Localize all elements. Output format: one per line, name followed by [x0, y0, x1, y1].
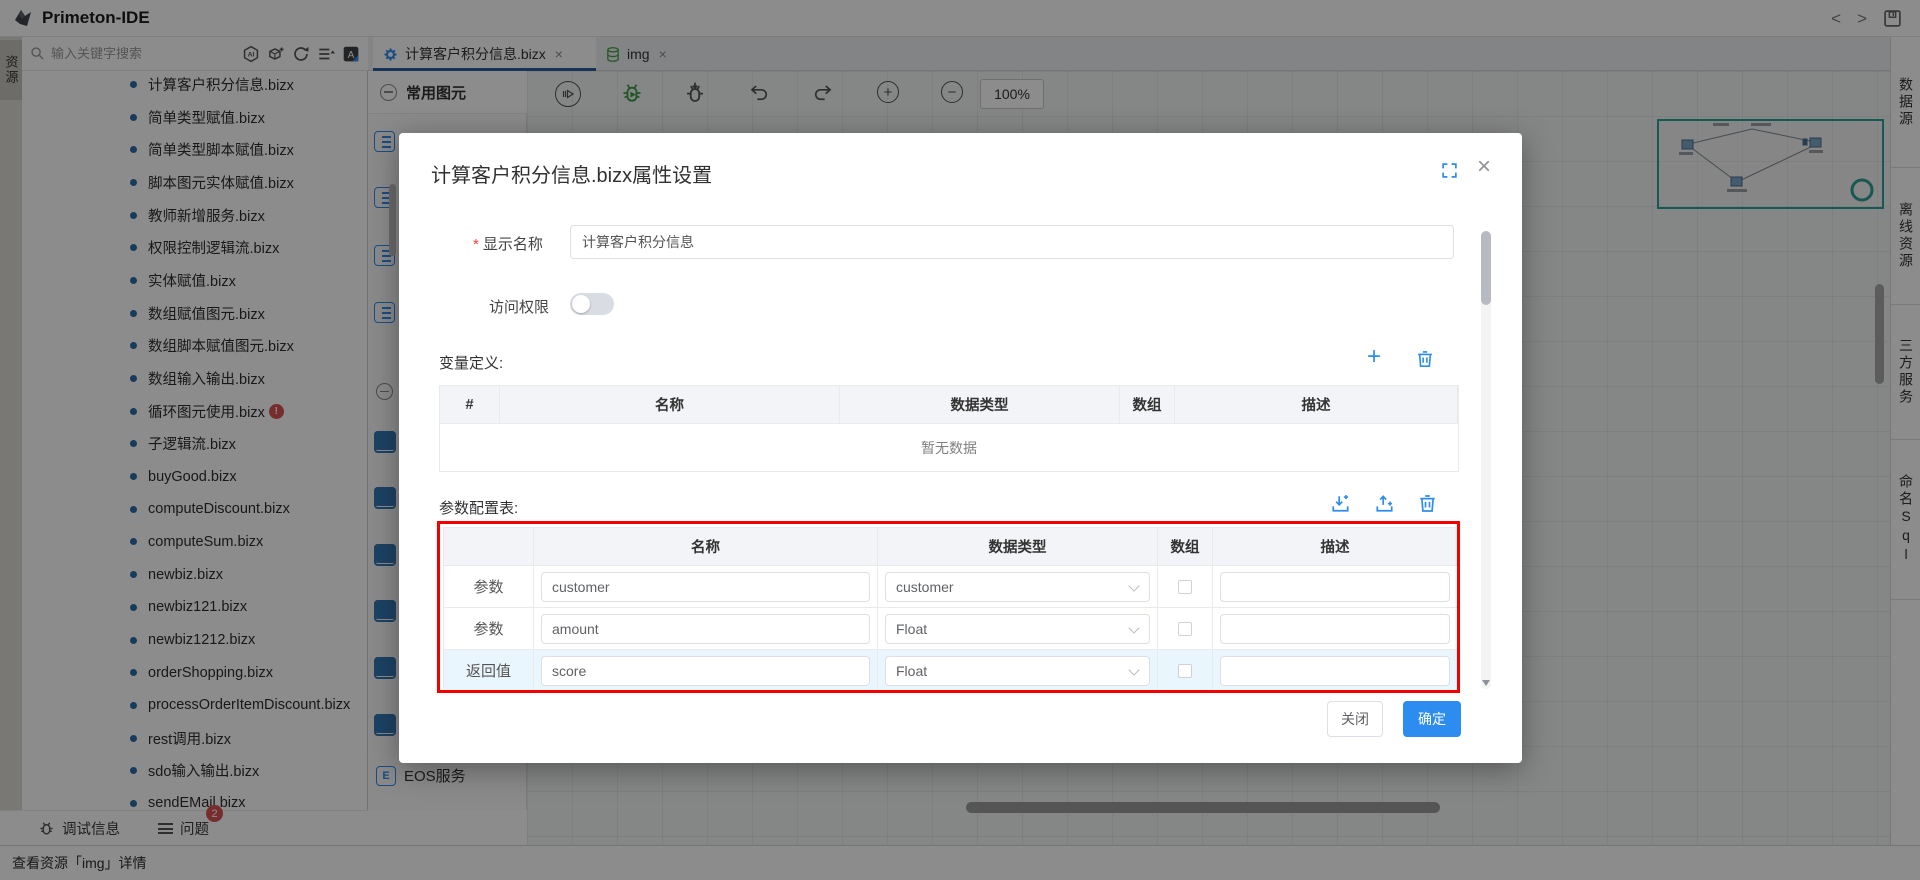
app-window: Primeton-IDE < > 资源 AI	[0, 0, 1920, 880]
access-permission-toggle[interactable]	[570, 293, 614, 315]
variables-empty-text: 暂无数据	[439, 424, 1459, 472]
param-name-input[interactable]	[541, 656, 870, 686]
properties-dialog: 计算客户积分信息.bizx属性设置 × *显示名称 访问权限 变量定义: + #…	[399, 133, 1522, 763]
variables-table: # 名称 数据类型 数组 描述	[439, 385, 1459, 424]
param-type-select[interactable]: customer	[885, 572, 1150, 602]
params-section-label: 参数配置表:	[439, 497, 518, 518]
array-checkbox[interactable]	[1178, 580, 1192, 594]
params-table: 名称 数据类型 数组 描述 参数 customer 参数 Float 返回值	[443, 527, 1459, 692]
required-mark: *	[473, 236, 479, 253]
display-name-label: *显示名称	[473, 233, 543, 254]
param-row: 返回值 Float	[444, 650, 1458, 692]
param-desc-input[interactable]	[1220, 572, 1450, 602]
access-permission-label: 访问权限	[489, 296, 549, 317]
fullscreen-icon[interactable]	[1441, 162, 1458, 179]
chevron-down-icon	[1128, 622, 1139, 633]
import-params-icon[interactable]	[1330, 493, 1351, 514]
array-checkbox[interactable]	[1178, 622, 1192, 636]
param-row: 参数 customer	[444, 566, 1458, 608]
delete-variable-icon[interactable]	[1415, 349, 1435, 369]
close-dialog-icon[interactable]: ×	[1477, 155, 1491, 179]
export-params-icon[interactable]	[1374, 493, 1395, 514]
chevron-down-icon	[1128, 580, 1139, 591]
scroll-down-arrow-icon[interactable]	[1482, 680, 1490, 686]
add-variable-icon[interactable]: +	[1367, 345, 1381, 369]
dialog-scrollbar[interactable]	[1481, 231, 1491, 689]
confirm-button[interactable]: 确定	[1403, 701, 1461, 737]
param-type-select[interactable]: Float	[885, 614, 1150, 644]
array-checkbox[interactable]	[1178, 664, 1192, 678]
delete-params-icon[interactable]	[1417, 493, 1438, 514]
param-row: 参数 Float	[444, 608, 1458, 650]
param-type-select[interactable]: Float	[885, 656, 1150, 686]
param-desc-input[interactable]	[1220, 656, 1450, 686]
param-name-input[interactable]	[541, 572, 870, 602]
dialog-scrollbar-thumb[interactable]	[1481, 231, 1491, 305]
chevron-down-icon	[1128, 664, 1139, 675]
param-name-input[interactable]	[541, 614, 870, 644]
dialog-title: 计算客户积分信息.bizx属性设置	[431, 159, 712, 188]
display-name-input[interactable]	[570, 225, 1454, 259]
param-desc-input[interactable]	[1220, 614, 1450, 644]
variables-section-label: 变量定义:	[439, 352, 503, 373]
close-button[interactable]: 关闭	[1327, 701, 1383, 737]
